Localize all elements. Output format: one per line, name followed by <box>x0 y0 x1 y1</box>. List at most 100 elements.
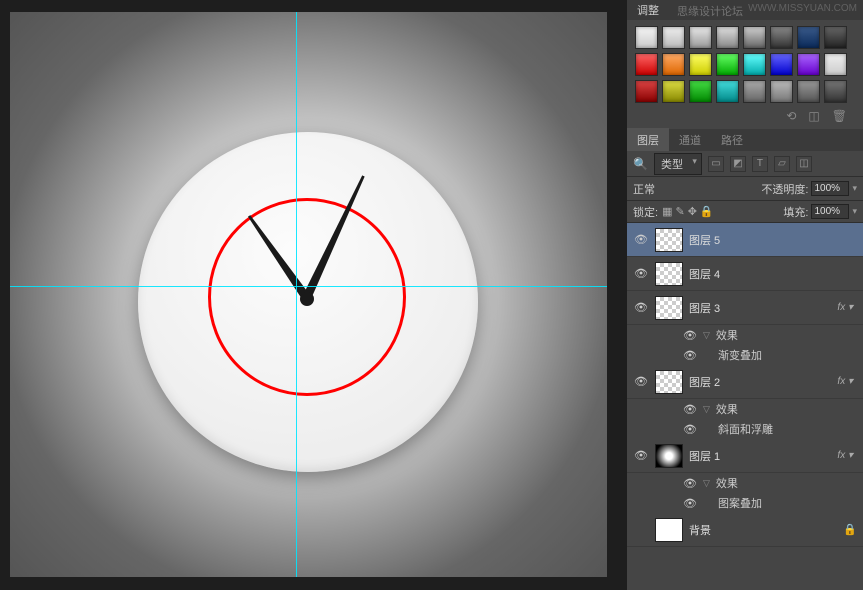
style-swatch[interactable] <box>770 53 793 76</box>
layer-effect-item[interactable]: 👁▽效果 <box>627 325 863 345</box>
style-swatch[interactable] <box>824 80 847 103</box>
collapse-arrow-icon[interactable]: ▽ <box>703 478 710 489</box>
layer-effect-item[interactable]: 👁斜面和浮雕 <box>627 419 863 439</box>
fx-badge[interactable]: fx ▾ <box>837 450 857 461</box>
visibility-toggle-icon[interactable]: 👁 <box>683 403 697 416</box>
lock-all-icon[interactable]: 🔒 <box>700 205 714 218</box>
visibility-toggle-icon[interactable]: 👁 <box>633 301 649 314</box>
layer-name[interactable]: 图层 4 <box>689 266 857 282</box>
lock-transparency-icon[interactable]: ▦ <box>662 205 672 218</box>
visibility-toggle-icon[interactable]: 👁 <box>633 267 649 280</box>
tab-layers[interactable]: 图层 <box>627 128 669 152</box>
tab-adjustments[interactable]: 调整 <box>637 2 659 18</box>
visibility-toggle-icon[interactable]: 👁 <box>683 329 697 342</box>
visibility-toggle-icon[interactable]: 👁 <box>683 477 697 490</box>
style-swatch[interactable] <box>797 53 820 76</box>
filter-pixel-icon[interactable]: ▭ <box>708 156 724 172</box>
guide-vertical[interactable] <box>296 12 297 577</box>
layer-name[interactable]: 图层 2 <box>689 374 831 390</box>
style-swatch[interactable] <box>770 80 793 103</box>
canvas-area[interactable] <box>0 0 627 590</box>
opacity-input[interactable] <box>811 181 849 196</box>
fill-input[interactable] <box>811 204 849 219</box>
style-swatch[interactable] <box>635 80 658 103</box>
fill-label: 填充: <box>783 204 808 220</box>
style-swatch[interactable] <box>743 53 766 76</box>
visibility-toggle-icon[interactable]: 👁 <box>683 349 697 362</box>
collapse-arrow-icon[interactable]: ▽ <box>703 404 710 415</box>
layer-effect-item[interactable]: 👁 渐变叠加 <box>627 345 863 365</box>
effect-name: 效果 <box>716 475 738 491</box>
filter-smart-icon[interactable]: ◫ <box>796 156 812 172</box>
layer-item[interactable]: 👁 图层 4 <box>627 257 863 291</box>
style-swatch[interactable] <box>716 80 739 103</box>
reset-icon[interactable]: ⟲ <box>786 109 796 123</box>
canvas-content[interactable] <box>10 12 607 577</box>
visibility-toggle-icon[interactable]: 👁 <box>683 497 697 510</box>
layer-thumbnail[interactable] <box>655 444 683 468</box>
filter-type-dropdown[interactable]: 类型 <box>654 153 702 175</box>
lock-label: 锁定: <box>633 204 658 220</box>
opacity-label: 不透明度: <box>761 181 808 197</box>
style-swatch[interactable] <box>689 80 712 103</box>
style-swatch[interactable] <box>635 53 658 76</box>
layer-thumbnail[interactable] <box>655 228 683 252</box>
fx-badge[interactable]: fx ▾ <box>837 376 857 387</box>
layer-name[interactable]: 图层 5 <box>689 232 857 248</box>
layer-thumbnail[interactable] <box>655 370 683 394</box>
style-swatch[interactable] <box>824 53 847 76</box>
layer-effect-item[interactable]: 👁 ▽ 效果 <box>627 473 863 493</box>
style-swatch[interactable] <box>716 26 739 49</box>
watermark-url: WWW.MISSYUAN.COM <box>748 3 857 14</box>
style-swatch[interactable] <box>662 53 685 76</box>
style-swatch[interactable] <box>689 26 712 49</box>
layer-name[interactable]: 背景 <box>689 522 837 538</box>
visibility-toggle-icon[interactable]: 👁 <box>633 449 649 462</box>
blend-mode-dropdown[interactable]: 正常 <box>633 181 708 197</box>
visibility-toggle-icon[interactable]: 👁 <box>683 423 697 436</box>
tab-paths[interactable]: 路径 <box>711 128 753 152</box>
lock-position-icon[interactable]: ✥ <box>688 205 697 218</box>
collapse-arrow-icon[interactable]: ▽ <box>703 330 710 341</box>
layer-effect-item[interactable]: 👁▽效果 <box>627 399 863 419</box>
style-swatch[interactable] <box>662 80 685 103</box>
style-swatch[interactable] <box>743 26 766 49</box>
layer-item[interactable]: 👁 图层 2 fx ▾ <box>627 365 863 399</box>
tab-channels[interactable]: 通道 <box>669 128 711 152</box>
style-swatch[interactable] <box>716 53 739 76</box>
layer-thumbnail[interactable] <box>655 296 683 320</box>
style-swatch[interactable] <box>635 26 658 49</box>
style-swatch[interactable] <box>743 80 766 103</box>
new-icon[interactable]: ◫ <box>808 109 819 123</box>
trash-icon[interactable]: 🗑 <box>832 109 847 123</box>
guide-horizontal[interactable] <box>10 286 607 287</box>
layer-thumbnail[interactable] <box>655 262 683 286</box>
effect-name: 渐变叠加 <box>718 347 762 363</box>
layer-item[interactable]: 👁 图层 5 <box>627 223 863 257</box>
layer-name[interactable]: 图层 3 <box>689 300 831 316</box>
layer-item[interactable]: 👁 图层 1 fx ▾ <box>627 439 863 473</box>
filter-adjust-icon[interactable]: ◩ <box>730 156 746 172</box>
chevron-down-icon[interactable]: ▾ <box>852 183 857 194</box>
visibility-toggle-icon[interactable]: 👁 <box>633 375 649 388</box>
layer-name[interactable]: 图层 1 <box>689 448 831 464</box>
style-swatch[interactable] <box>770 26 793 49</box>
style-swatch[interactable] <box>797 80 820 103</box>
filter-text-icon[interactable]: T <box>752 156 768 172</box>
layer-item[interactable]: 背景🔒 <box>627 513 863 547</box>
lock-pixels-icon[interactable]: ✎ <box>675 205 684 218</box>
style-swatch[interactable] <box>797 26 820 49</box>
style-swatch[interactable] <box>824 26 847 49</box>
layer-effect-item[interactable]: 👁图案叠加 <box>627 493 863 513</box>
layer-thumbnail[interactable] <box>655 518 683 542</box>
visibility-toggle-icon[interactable]: 👁 <box>633 233 649 246</box>
filter-shape-icon[interactable]: ▱ <box>774 156 790 172</box>
style-swatch[interactable] <box>662 26 685 49</box>
layer-item[interactable]: 👁 图层 3 fx ▾ <box>627 291 863 325</box>
fx-badge[interactable]: fx ▾ <box>837 302 857 313</box>
watermark-text: 思缘设计论坛 <box>677 3 743 19</box>
clock-center <box>300 292 314 306</box>
style-swatch[interactable] <box>689 53 712 76</box>
chevron-down-icon[interactable]: ▾ <box>852 206 857 217</box>
lock-row: 锁定: ▦ ✎ ✥ 🔒 填充: ▾ <box>627 201 863 223</box>
